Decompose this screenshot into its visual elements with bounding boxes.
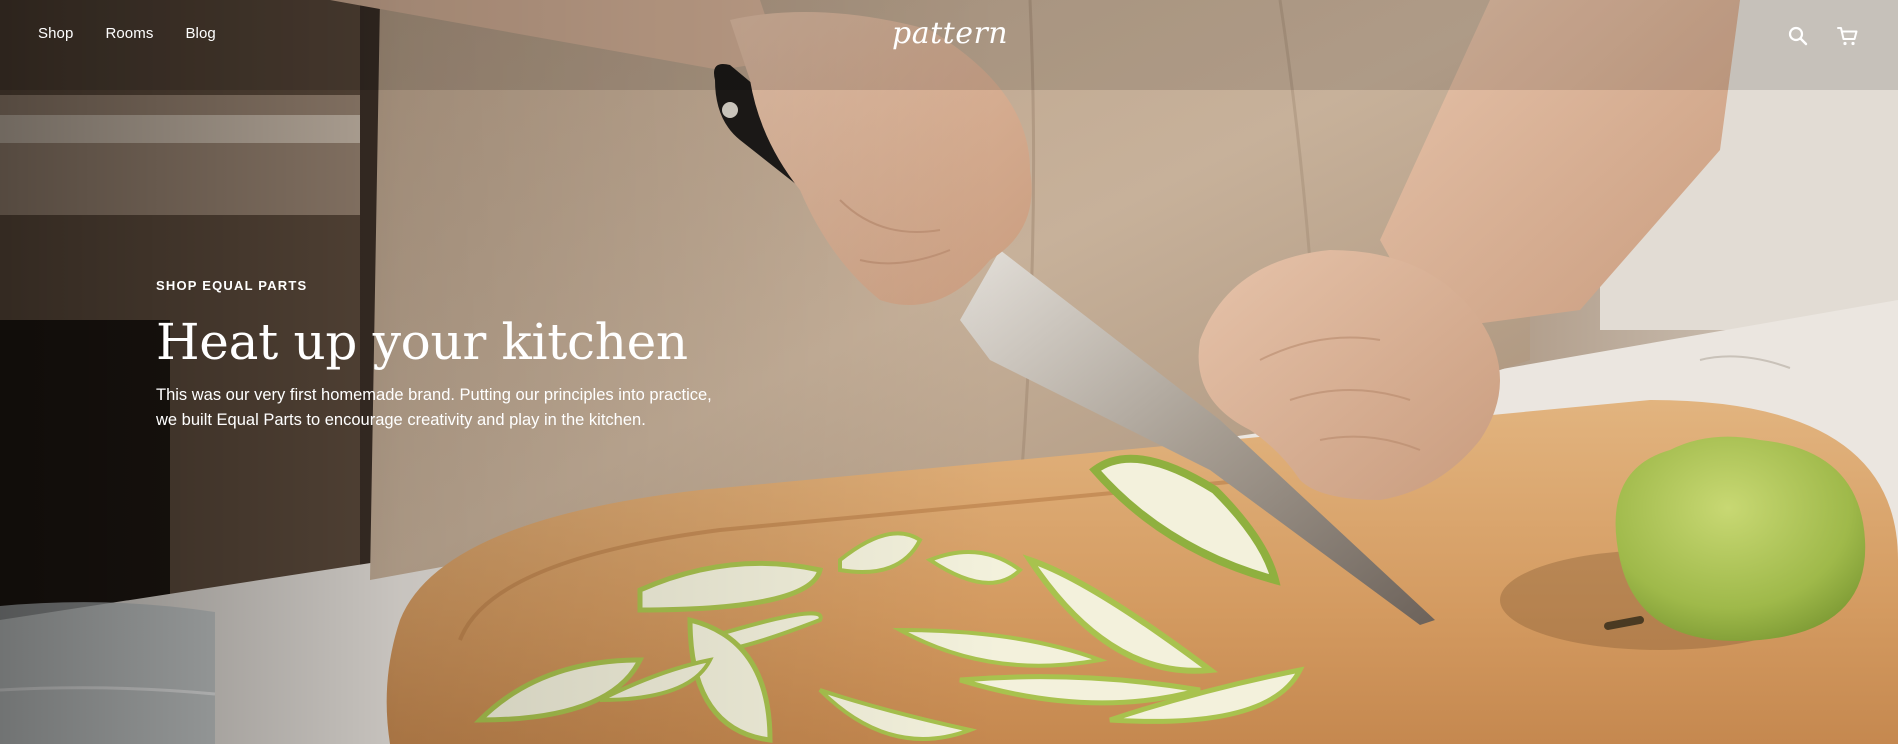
nav-link-blog[interactable]: Blog <box>185 25 215 42</box>
hero-copy: SHOP EQUAL PARTS Heat up your kitchen Th… <box>156 278 776 433</box>
nav-link-shop[interactable]: Shop <box>38 25 73 42</box>
hero-headline: Heat up your kitchen <box>156 313 688 371</box>
primary-nav: Shop Rooms Blog <box>38 25 216 42</box>
search-icon[interactable] <box>1786 24 1810 48</box>
hero-description: This was our very first homemade brand. … <box>156 386 712 429</box>
hero-eyebrow: SHOP EQUAL PARTS <box>156 278 308 293</box>
top-navigation: Shop Rooms Blog pattern <box>0 0 1898 72</box>
brand-logo[interactable]: pattern <box>892 14 1008 54</box>
header-actions <box>1786 24 1860 48</box>
hero-section: Shop Rooms Blog pattern SHOP EQUAL PARTS… <box>0 0 1898 744</box>
nav-link-rooms[interactable]: Rooms <box>105 25 153 42</box>
cart-icon[interactable] <box>1836 24 1860 48</box>
